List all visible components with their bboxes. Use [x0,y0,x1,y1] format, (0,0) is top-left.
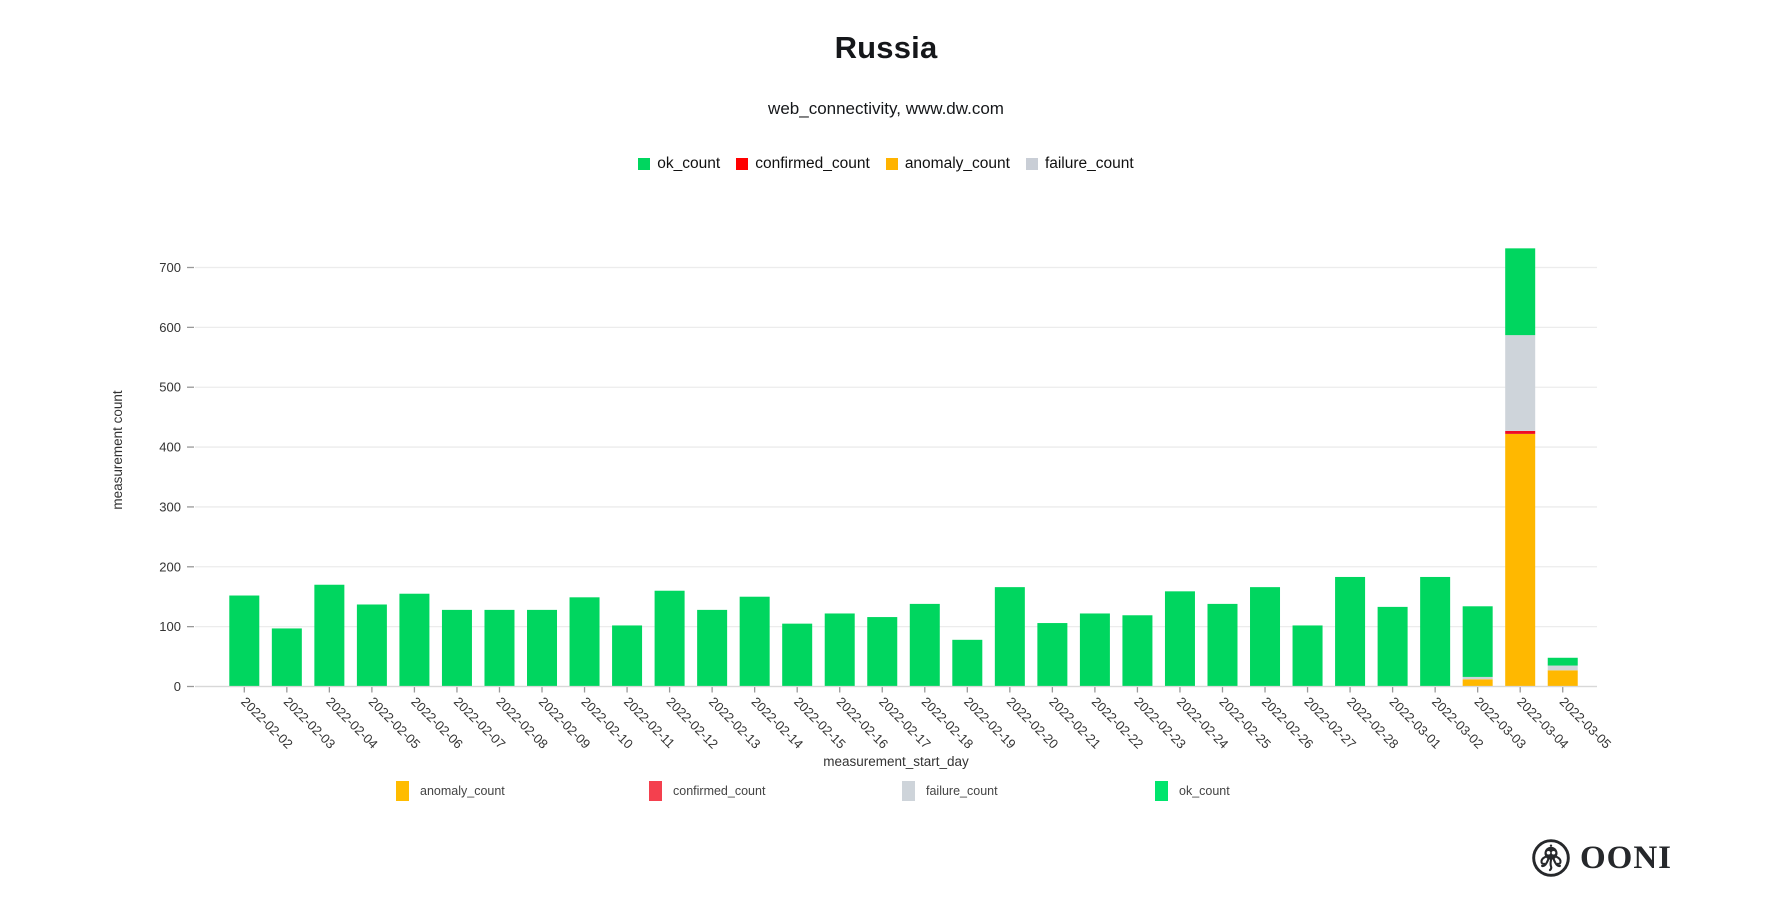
y-tick-label: 100 [159,619,181,634]
bar-segment-ok_count[interactable] [697,610,727,687]
bar-segment-failure_count[interactable] [1505,335,1535,431]
legend-bottom-item: failure_count [902,781,998,801]
ooni-mat-chart-page: Russia web_connectivity, www.dw.com ok_c… [0,0,1772,904]
bar-segment-ok_count[interactable] [229,596,259,687]
bar[interactable] [910,604,940,687]
bar-segment-confirmed_count[interactable] [1505,431,1535,434]
bar[interactable] [1420,577,1450,687]
bar-segment-ok_count[interactable] [484,610,514,687]
bar[interactable] [655,591,685,687]
bar-segment-ok_count[interactable] [1250,587,1280,686]
legend-swatch [1155,781,1168,801]
bar-segment-ok_count[interactable] [995,587,1025,686]
bar-segment-ok_count[interactable] [910,604,940,687]
bar[interactable] [229,596,259,687]
bar-segment-anomaly_count[interactable] [1505,434,1535,687]
bar[interactable] [1250,587,1280,686]
bar[interactable] [740,597,770,687]
bar[interactable] [484,610,514,687]
bar[interactable] [314,585,344,687]
bar-segment-ok_count[interactable] [1165,591,1195,686]
bar[interactable] [527,610,557,687]
bar-segment-ok_count[interactable] [1207,604,1237,687]
legend-label: ok_count [1179,784,1230,798]
bar[interactable] [570,597,600,686]
y-tick-label: 600 [159,320,181,335]
bar-segment-ok_count[interactable] [314,585,344,687]
bar-segment-ok_count[interactable] [399,594,429,687]
x-axis-title: measurement_start_day [823,754,969,769]
bar-segment-ok_count[interactable] [1505,248,1535,335]
bar[interactable] [399,594,429,687]
bar-segment-ok_count[interactable] [1548,658,1578,666]
y-tick-label: 200 [159,559,181,574]
stacked-bar-chart: 0100200300400500600700measurement count2… [0,0,1772,904]
bar-segment-failure_count[interactable] [1548,666,1578,671]
ooni-octopus-icon [1530,837,1572,879]
bar[interactable] [1207,604,1237,687]
bar-segment-ok_count[interactable] [1378,607,1408,687]
bar[interactable] [952,640,982,687]
bar[interactable] [272,628,302,686]
bar-segment-ok_count[interactable] [442,610,472,687]
bar-segment-ok_count[interactable] [952,640,982,687]
bar[interactable] [697,610,727,687]
bar[interactable] [357,604,387,686]
bar[interactable] [1463,606,1493,686]
legend-bottom-item: confirmed_count [649,781,765,801]
bar-segment-ok_count[interactable] [655,591,685,687]
ooni-logo-text: OONI [1580,840,1672,877]
y-tick-label: 500 [159,380,181,395]
legend-label: failure_count [926,784,998,798]
bar[interactable] [1080,613,1110,686]
bar[interactable] [612,625,642,686]
bar[interactable] [995,587,1025,686]
legend-label: confirmed_count [673,784,765,798]
bar[interactable] [1122,615,1152,686]
bar-segment-ok_count[interactable] [740,597,770,687]
bar[interactable] [825,613,855,686]
bar-segment-ok_count[interactable] [825,613,855,686]
bar-segment-failure_count[interactable] [1463,677,1493,679]
bar-segment-anomaly_count[interactable] [1548,670,1578,686]
bar[interactable] [782,624,812,687]
bar[interactable] [1505,248,1535,686]
bar[interactable] [1037,623,1067,686]
y-axis-title: measurement count [110,390,125,510]
y-tick-label: 400 [159,440,181,455]
bar-segment-ok_count[interactable] [357,604,387,686]
bar-segment-ok_count[interactable] [570,597,600,686]
bar[interactable] [867,617,897,686]
bar-segment-ok_count[interactable] [782,624,812,687]
bar-segment-ok_count[interactable] [1420,577,1450,687]
legend-bottom-item: ok_count [1155,781,1230,801]
bar[interactable] [1378,607,1408,687]
ooni-logo: OONI [1530,837,1672,879]
bar-segment-ok_count[interactable] [1463,606,1493,677]
bar-segment-ok_count[interactable] [612,625,642,686]
y-tick-label: 300 [159,499,181,514]
bar[interactable] [1548,658,1578,687]
legend-label: anomaly_count [420,784,505,798]
bar-segment-ok_count[interactable] [527,610,557,687]
bar[interactable] [442,610,472,687]
legend-swatch [649,781,662,801]
legend-swatch [396,781,409,801]
bar-segment-ok_count[interactable] [1335,577,1365,687]
bar-segment-ok_count[interactable] [272,628,302,686]
bar-segment-ok_count[interactable] [1122,615,1152,686]
y-tick-label: 700 [159,260,181,275]
y-tick-label: 0 [174,679,181,694]
legend-bottom-item: anomaly_count [396,781,505,801]
bar[interactable] [1293,625,1323,686]
bar[interactable] [1335,577,1365,687]
bar-segment-ok_count[interactable] [1293,625,1323,686]
bar-segment-ok_count[interactable] [867,617,897,686]
bar[interactable] [1165,591,1195,686]
bar-segment-anomaly_count[interactable] [1463,679,1493,686]
bar-segment-ok_count[interactable] [1080,613,1110,686]
legend-swatch [902,781,915,801]
bar-segment-ok_count[interactable] [1037,623,1067,686]
